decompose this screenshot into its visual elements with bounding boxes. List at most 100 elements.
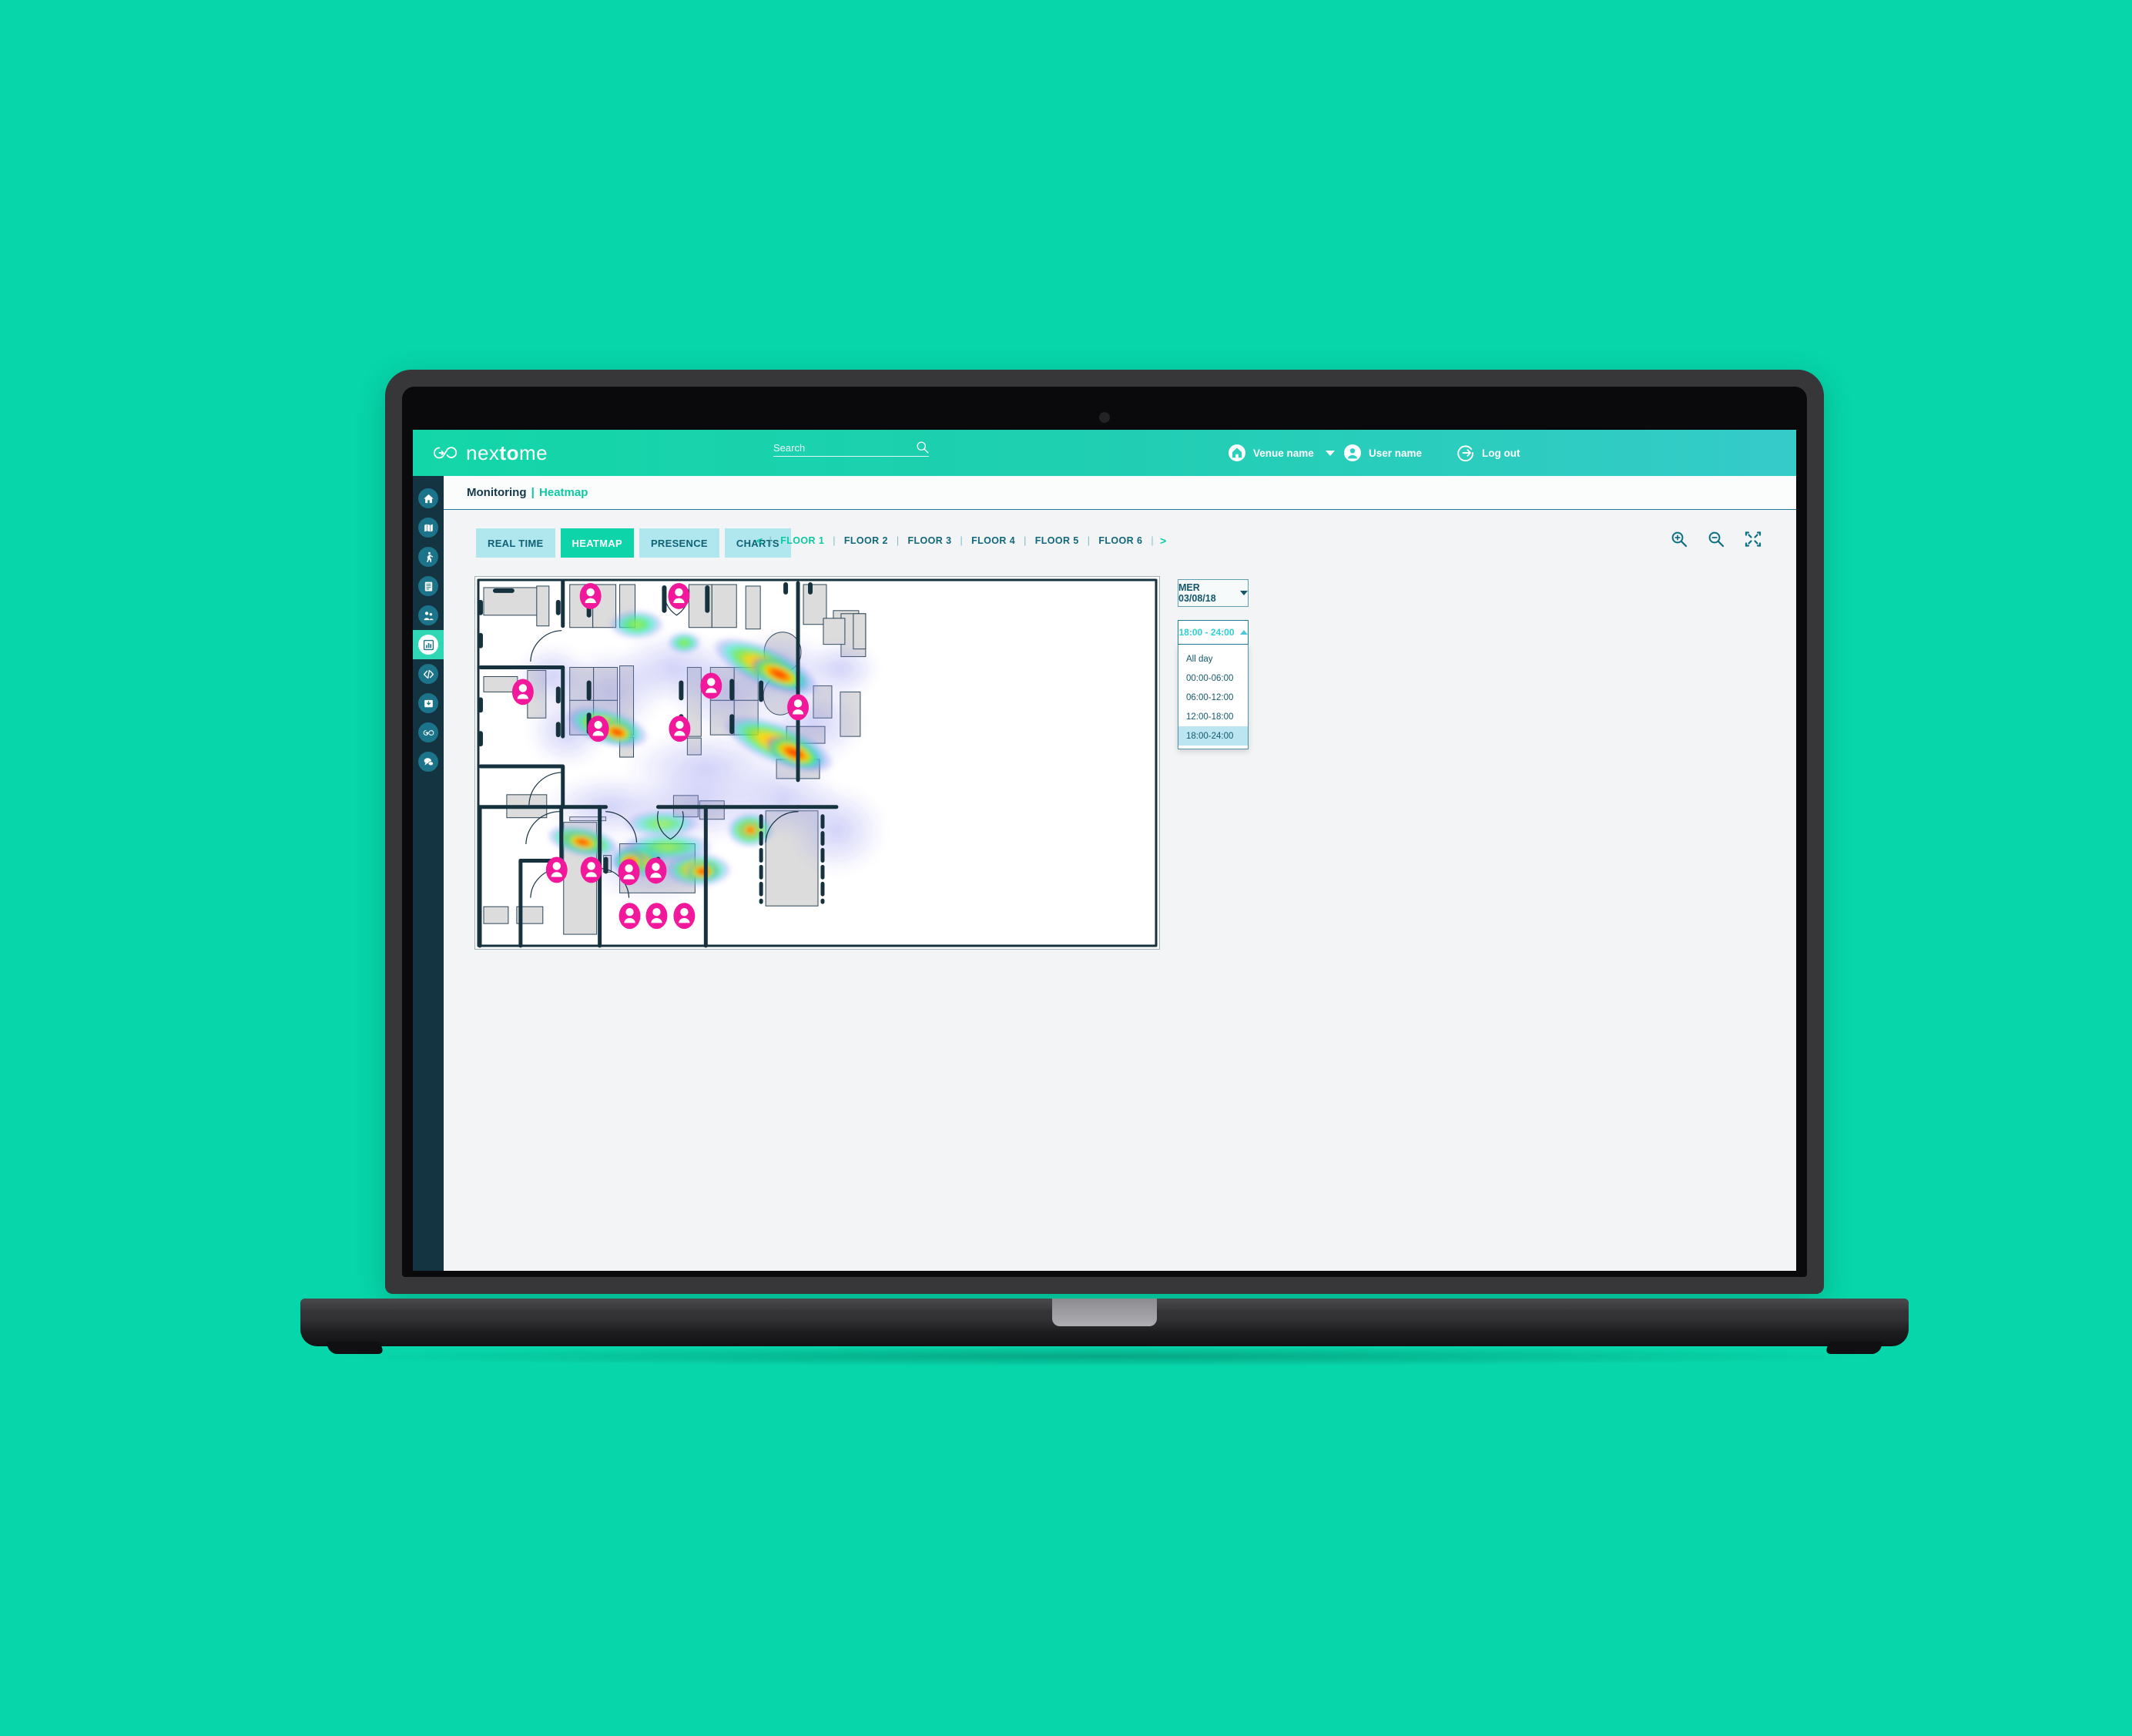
sidebar-badge xyxy=(418,605,438,625)
user-icon xyxy=(1344,444,1361,461)
search-icon[interactable] xyxy=(916,441,929,454)
sidebar-item-messages[interactable] xyxy=(413,747,444,776)
search-field[interactable] xyxy=(773,441,929,457)
logout-button[interactable]: Log out xyxy=(1457,430,1520,476)
sidebar-item-people[interactable] xyxy=(413,601,444,630)
floor-navigation: < | FLOOR 1 | FLOOR 2 | FLOOR 3 | FLOOR … xyxy=(752,535,1172,547)
webcam-icon xyxy=(1099,412,1110,423)
floor-next-button[interactable]: > xyxy=(1155,535,1172,547)
time-option-06-12[interactable]: 06:00-12:00 xyxy=(1178,688,1248,707)
sidebar-item-reports[interactable] xyxy=(413,571,444,601)
heatmap-canvas[interactable] xyxy=(474,576,1160,950)
chevron-down-icon xyxy=(1325,450,1335,456)
brand-name: nextome xyxy=(466,441,548,464)
floor-item-4[interactable]: FLOOR 4 xyxy=(964,535,1022,546)
laptop-foot-left xyxy=(325,1342,385,1354)
tab-real-time[interactable]: REAL TIME xyxy=(476,528,555,558)
date-selector[interactable]: MER 03/08/18 xyxy=(1178,579,1249,607)
analytics-chart-icon xyxy=(423,639,434,650)
tab-heatmap[interactable]: HEATMAP xyxy=(560,528,634,558)
app-header: nextome Venue name xyxy=(413,430,1796,476)
map-zoom-tools xyxy=(1670,530,1762,548)
document-icon xyxy=(424,581,432,591)
laptop-foot-right xyxy=(1824,1342,1884,1354)
zoom-in-icon[interactable] xyxy=(1670,530,1688,548)
logout-label: Log out xyxy=(1482,447,1520,459)
zoom-out-icon[interactable] xyxy=(1707,530,1725,548)
fit-to-screen-icon[interactable] xyxy=(1744,530,1762,548)
map-icon xyxy=(424,523,433,532)
people-icon xyxy=(423,611,434,620)
floor-item-6[interactable]: FLOOR 6 xyxy=(1091,535,1149,546)
time-range-dropdown: All day 00:00-06:00 06:00-12:00 12:00-18… xyxy=(1178,645,1249,749)
user-label: User name xyxy=(1369,447,1423,459)
time-option-all-day[interactable]: All day xyxy=(1178,649,1248,669)
floorplan-svg xyxy=(477,578,1158,948)
breadcrumb-bar: Monitoring | Heatmap xyxy=(413,476,1796,510)
floor-separator: | xyxy=(1024,535,1027,546)
sidebar-badge xyxy=(418,722,438,742)
brand-logo[interactable]: nextome xyxy=(431,441,548,465)
home-icon xyxy=(423,494,434,503)
sidebar xyxy=(413,476,444,1271)
sidebar-badge xyxy=(418,635,438,655)
nextome-infinity-icon xyxy=(433,447,458,459)
view-tabs: REAL TIME HEATMAP PRESENCE CHARTS xyxy=(476,528,791,558)
time-option-18-24[interactable]: 18:00-24:00 xyxy=(1178,726,1248,746)
floor-prev-button[interactable]: < xyxy=(752,535,768,547)
user-menu[interactable]: User name xyxy=(1343,430,1422,476)
sidebar-badge xyxy=(418,752,438,772)
floor-item-2[interactable]: FLOOR 2 xyxy=(837,535,895,546)
laptop-mockup: nextome Venue name xyxy=(0,0,2132,1736)
floor-item-5[interactable]: FLOOR 5 xyxy=(1028,535,1086,546)
floor-separator: | xyxy=(833,535,836,546)
chevron-up-icon xyxy=(1239,630,1248,635)
sidebar-item-home[interactable] xyxy=(413,484,444,513)
sidebar-badge xyxy=(418,576,438,596)
sidebar-item-developers[interactable] xyxy=(413,659,444,689)
box-download-icon xyxy=(424,699,433,707)
logout-arrow-icon xyxy=(1457,445,1473,462)
breadcrumb-current: Heatmap xyxy=(539,486,588,499)
sidebar-badge xyxy=(418,664,438,684)
sidebar-item-tracking[interactable] xyxy=(413,542,444,571)
sidebar-item-maps[interactable] xyxy=(413,513,444,542)
time-range-value: 18:00 - 24:00 xyxy=(1178,627,1235,638)
floor-separator: | xyxy=(896,535,900,546)
floor-separator: | xyxy=(960,535,964,546)
tab-presence[interactable]: PRESENCE xyxy=(639,528,719,558)
venue-label: Venue name xyxy=(1253,447,1314,459)
nextome-infinity-icon xyxy=(423,729,434,736)
sidebar-badge xyxy=(418,518,438,538)
walking-person-icon xyxy=(426,551,433,562)
search-input[interactable] xyxy=(773,442,897,454)
sidebar-item-nextome[interactable] xyxy=(413,718,444,747)
sidebar-item-downloads[interactable] xyxy=(413,689,444,718)
main-content: REAL TIME HEATMAP PRESENCE CHARTS < | FL… xyxy=(444,510,1796,1271)
app-screen: nextome Venue name xyxy=(413,430,1796,1271)
floor-separator: | xyxy=(1151,535,1154,546)
floor-item-3[interactable]: FLOOR 3 xyxy=(900,535,958,546)
floor-separator: | xyxy=(1087,535,1091,546)
laptop-notch xyxy=(1052,1299,1157,1326)
breadcrumb: Monitoring | Heatmap xyxy=(467,486,588,499)
home-icon xyxy=(1229,444,1245,461)
laptop-base xyxy=(300,1299,1909,1354)
time-option-12-18[interactable]: 12:00-18:00 xyxy=(1178,707,1248,726)
breadcrumb-separator: | xyxy=(531,486,535,499)
time-option-00-06[interactable]: 00:00-06:00 xyxy=(1178,669,1248,688)
time-range-selector[interactable]: 18:00 - 24:00 xyxy=(1178,620,1249,645)
date-value: MER 03/08/18 xyxy=(1178,582,1216,604)
code-icon xyxy=(423,669,434,679)
laptop-shadow xyxy=(339,1346,1872,1366)
sidebar-badge xyxy=(418,488,438,508)
floor-separator: | xyxy=(769,535,773,546)
chat-bubbles-icon xyxy=(424,757,434,766)
sidebar-badge xyxy=(418,693,438,713)
breadcrumb-section[interactable]: Monitoring xyxy=(467,486,526,499)
venue-selector[interactable]: Venue name xyxy=(1228,430,1335,476)
floor-item-1[interactable]: FLOOR 1 xyxy=(773,535,831,546)
sidebar-badge xyxy=(418,547,438,567)
chevron-down-icon xyxy=(1240,591,1248,595)
sidebar-item-monitoring[interactable] xyxy=(413,630,444,659)
